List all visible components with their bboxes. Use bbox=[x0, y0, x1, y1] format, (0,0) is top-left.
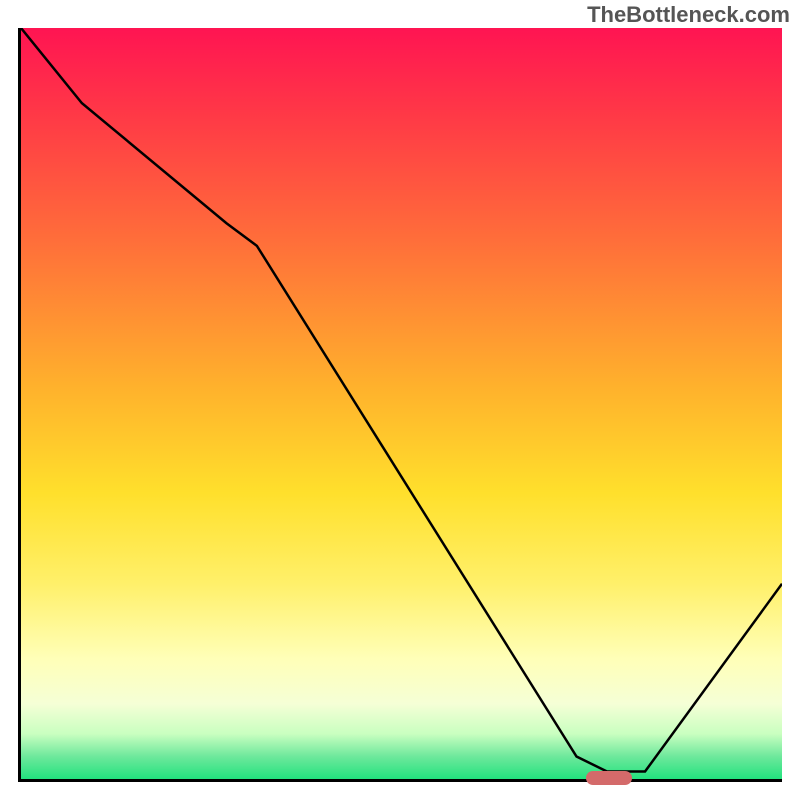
optimal-marker bbox=[586, 771, 632, 785]
watermark-text: TheBottleneck.com bbox=[587, 2, 790, 28]
bottleneck-chart bbox=[18, 28, 782, 782]
chart-curve bbox=[21, 28, 782, 779]
